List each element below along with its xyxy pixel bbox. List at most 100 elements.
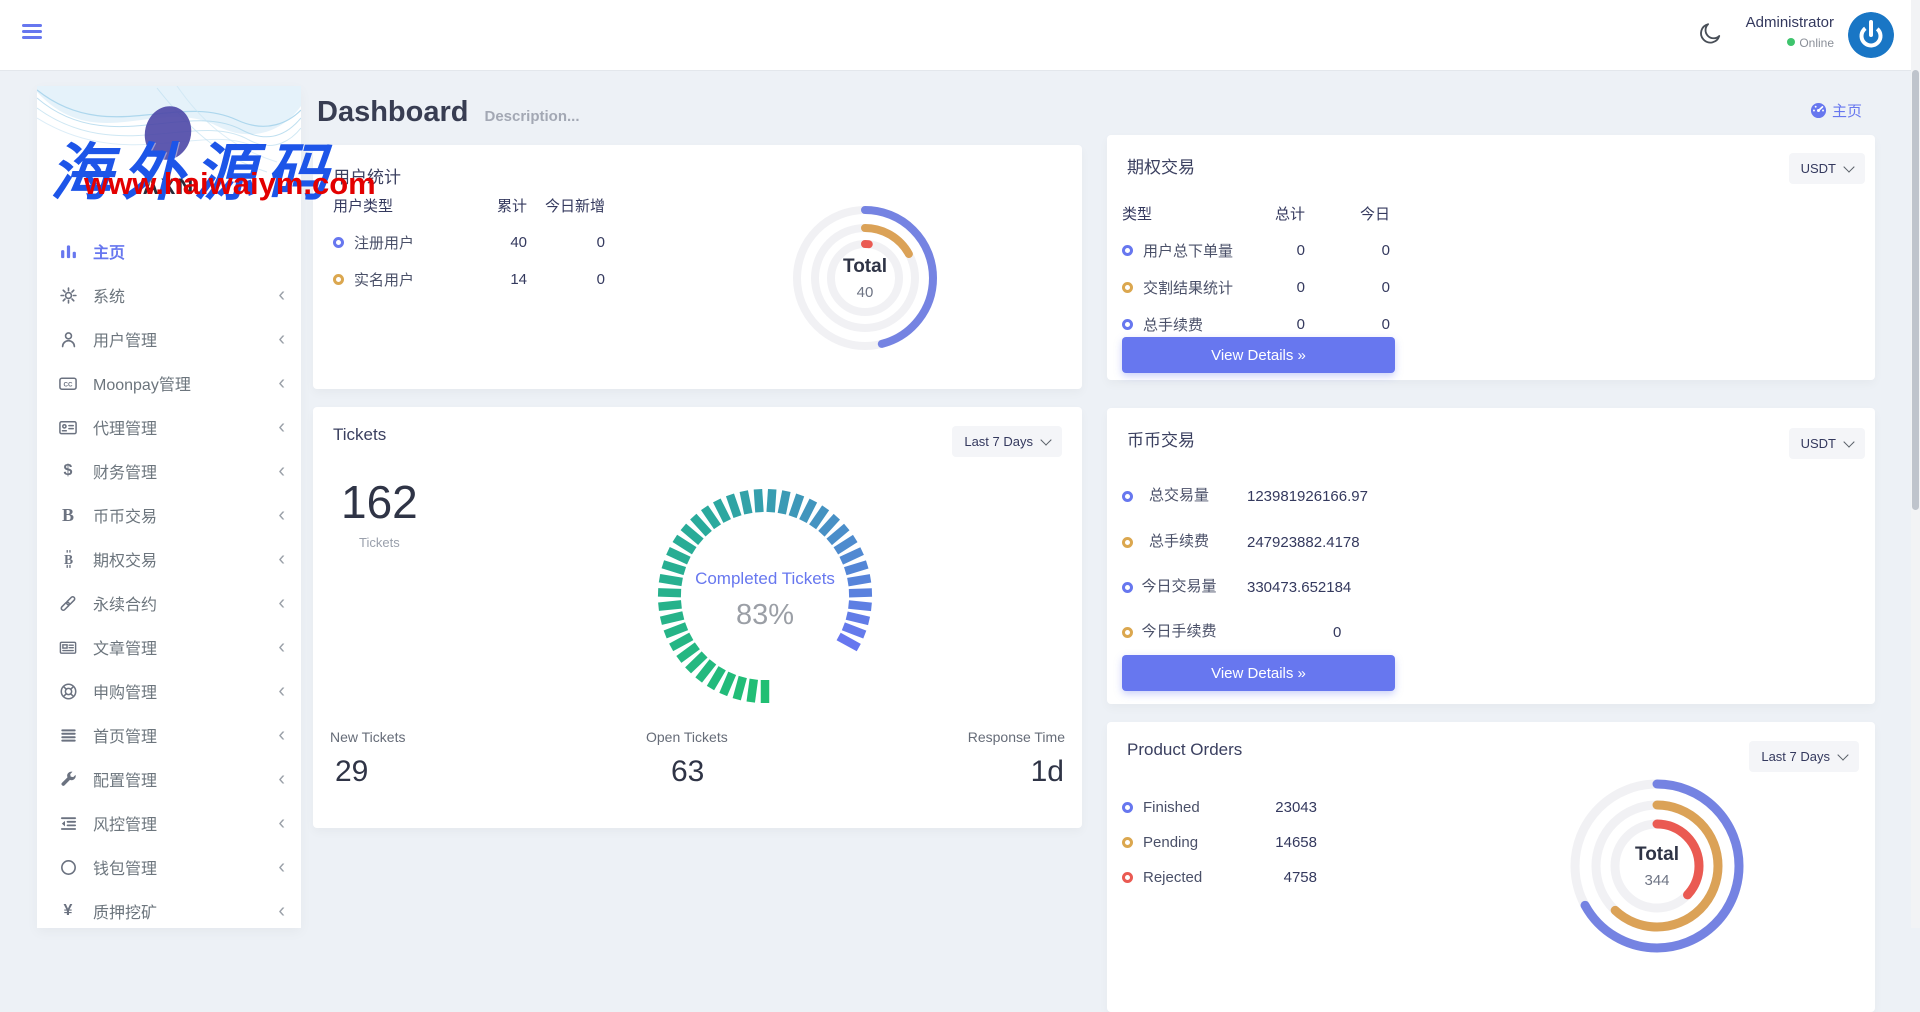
sidebar-item-配置管理[interactable]: 配置管理‹ (37, 757, 301, 801)
sidebar-item-label: 文章管理 (93, 635, 157, 659)
sidebar-item-申购管理[interactable]: 申购管理 ‹ (37, 669, 301, 713)
life-ring-icon (57, 681, 79, 701)
sidebar: AXN 主页系统‹用户管理‹CCMoonpay管理‹代理管理‹$财务管理‹B币币… (37, 86, 301, 928)
chevron-left-icon: ‹ (278, 329, 285, 349)
options-currency-select[interactable]: USDT (1789, 153, 1865, 184)
orders-range-select[interactable]: Last 7 Days (1749, 741, 1859, 772)
chart-bar-icon (57, 241, 79, 261)
chevron-left-icon: ‹ (278, 637, 285, 657)
sidebar-item-label: Moonpay管理 (93, 371, 191, 395)
sidebar-item-币币交易[interactable]: B币币交易‹ (37, 493, 301, 537)
sidebar-item-首页管理[interactable]: 首页管理‹ (37, 713, 301, 757)
logo-text: AXN (37, 174, 301, 200)
column-header: 累计 (461, 187, 527, 224)
sidebar-item-钱包管理[interactable]: 钱包管理 ‹ (37, 845, 301, 889)
bitcoin-icon: B (57, 549, 79, 569)
sidebar-item-label: 永续合约 (93, 591, 157, 615)
new-tickets-label: New Tickets (330, 729, 405, 745)
page-scrollbar[interactable] (1911, 0, 1920, 928)
coin-view-details-button[interactable]: View Details » (1122, 655, 1395, 691)
response-time-value: 1d (1031, 755, 1064, 789)
user-icon (57, 329, 79, 349)
chevron-left-icon: ‹ (278, 285, 285, 305)
user-status: Online (1746, 36, 1834, 51)
sidebar-item-label: 申购管理 (93, 679, 157, 703)
chevron-left-icon: ‹ (278, 857, 285, 877)
sidebar-item-label: 钱包管理 (93, 855, 157, 879)
chevron-left-icon: ‹ (278, 373, 285, 393)
sidebar-item-质押挖矿[interactable]: ¥质押挖矿‹ (37, 889, 301, 928)
coin-currency-select[interactable]: USDT (1789, 428, 1865, 459)
sidebar-item-用户管理[interactable]: 用户管理‹ (37, 317, 301, 361)
sidebar-item-财务管理[interactable]: $财务管理‹ (37, 449, 301, 493)
card-user-stats-title: 用户统计 (333, 163, 401, 188)
legend-ring (1122, 802, 1133, 813)
card-coin-trade: 币币交易 USDT 总交易量 123981926166.97 总手续费 2479… (1107, 408, 1875, 704)
list-item: 今日交易量 330473.652184 (1122, 561, 1351, 613)
sidebar-item-主页[interactable]: 主页 (37, 229, 301, 273)
chevron-left-icon: ‹ (278, 505, 285, 525)
new-tickets-value: 29 (335, 755, 368, 789)
user-stats-donut-chart: Total 40 (785, 198, 945, 358)
card-user-stats: 用户统计 用户类型 累计 今日新增 注册用户 40 0 实名用户 14 0 To… (313, 145, 1082, 389)
hamburger-menu-icon[interactable] (22, 24, 42, 40)
outdent-icon (57, 813, 79, 833)
chevron-left-icon: ‹ (278, 813, 285, 833)
sidebar-item-label: 风控管理 (93, 811, 157, 835)
newspaper-icon (57, 637, 79, 657)
breadcrumb-label: 主页 (1832, 100, 1862, 121)
sidebar-item-label: 配置管理 (93, 767, 157, 791)
options-view-details-button[interactable]: View Details » (1122, 337, 1395, 373)
sidebar-logo[interactable]: AXN (37, 86, 301, 218)
sidebar-item-系统[interactable]: 系统 ‹ (37, 273, 301, 317)
avatar[interactable] (1848, 12, 1894, 58)
legend-ring (1122, 872, 1133, 883)
column-header: 今日新增 (527, 187, 605, 224)
chevron-down-icon (1837, 749, 1848, 760)
column-header: 今日 (1305, 195, 1390, 232)
legend-ring (1122, 837, 1133, 848)
chevron-left-icon: ‹ (278, 901, 285, 921)
response-time-label: Response Time (968, 729, 1065, 745)
card-tickets-title: Tickets (333, 425, 386, 445)
tickets-range-select[interactable]: Last 7 Days (952, 426, 1062, 457)
dark-mode-moon-icon[interactable] (1698, 20, 1728, 50)
user-info[interactable]: Administrator Online (1746, 14, 1834, 51)
table-row: 交割结果统计 0 0 (1122, 269, 1390, 306)
chevron-left-icon: ‹ (278, 681, 285, 701)
product-orders-donut-chart: Total 344 (1557, 766, 1757, 966)
legend-ring (1122, 582, 1133, 593)
column-header: 用户类型 (333, 187, 461, 224)
chevron-down-icon (1040, 434, 1051, 445)
legend-ring (333, 274, 344, 285)
sidebar-item-Moonpay管理[interactable]: CCMoonpay管理‹ (37, 361, 301, 405)
circle-icon (57, 857, 79, 877)
sidebar-item-label: 财务管理 (93, 459, 157, 483)
sidebar-item-文章管理[interactable]: 文章管理 ‹ (37, 625, 301, 669)
legend-ring (1122, 245, 1133, 256)
scrollbar-thumb[interactable] (1912, 70, 1919, 510)
sidebar-item-风控管理[interactable]: 风控管理 ‹ (37, 801, 301, 845)
open-tickets-label: Open Tickets (646, 729, 728, 745)
sidebar-item-代理管理[interactable]: 代理管理‹ (37, 405, 301, 449)
card-tickets: Tickets Last 7 Days 162 Tickets Complete… (313, 407, 1082, 828)
link-icon (57, 593, 79, 613)
bars-icon (57, 725, 79, 745)
sidebar-item-永续合约[interactable]: 永续合约‹ (37, 581, 301, 625)
page-header: Dashboard Description... (317, 96, 580, 129)
sidebar-item-期权交易[interactable]: B期权交易‹ (37, 537, 301, 581)
sidebar-item-label: 系统 (93, 283, 125, 307)
chevron-down-icon (1843, 161, 1854, 172)
user-stats-table: 用户类型 累计 今日新增 注册用户 40 0 实名用户 14 0 (333, 187, 605, 298)
yen-icon: ¥ (57, 901, 79, 921)
legend-ring (1122, 319, 1133, 330)
open-tickets-value: 63 (671, 755, 704, 789)
sidebar-item-label: 代理管理 (93, 415, 157, 439)
letter-b-icon: B (57, 505, 79, 525)
table-row: 实名用户 14 0 (333, 261, 605, 298)
sidebar-item-label: 首页管理 (93, 723, 157, 747)
dollar-icon: $ (57, 461, 79, 481)
options-table: 类型 总计 今日 用户总下单量 0 0 交割结果统计 0 0 总手续费 0 0 (1122, 195, 1390, 343)
breadcrumb[interactable]: 主页 (1810, 100, 1862, 121)
gear-icon (57, 285, 79, 305)
